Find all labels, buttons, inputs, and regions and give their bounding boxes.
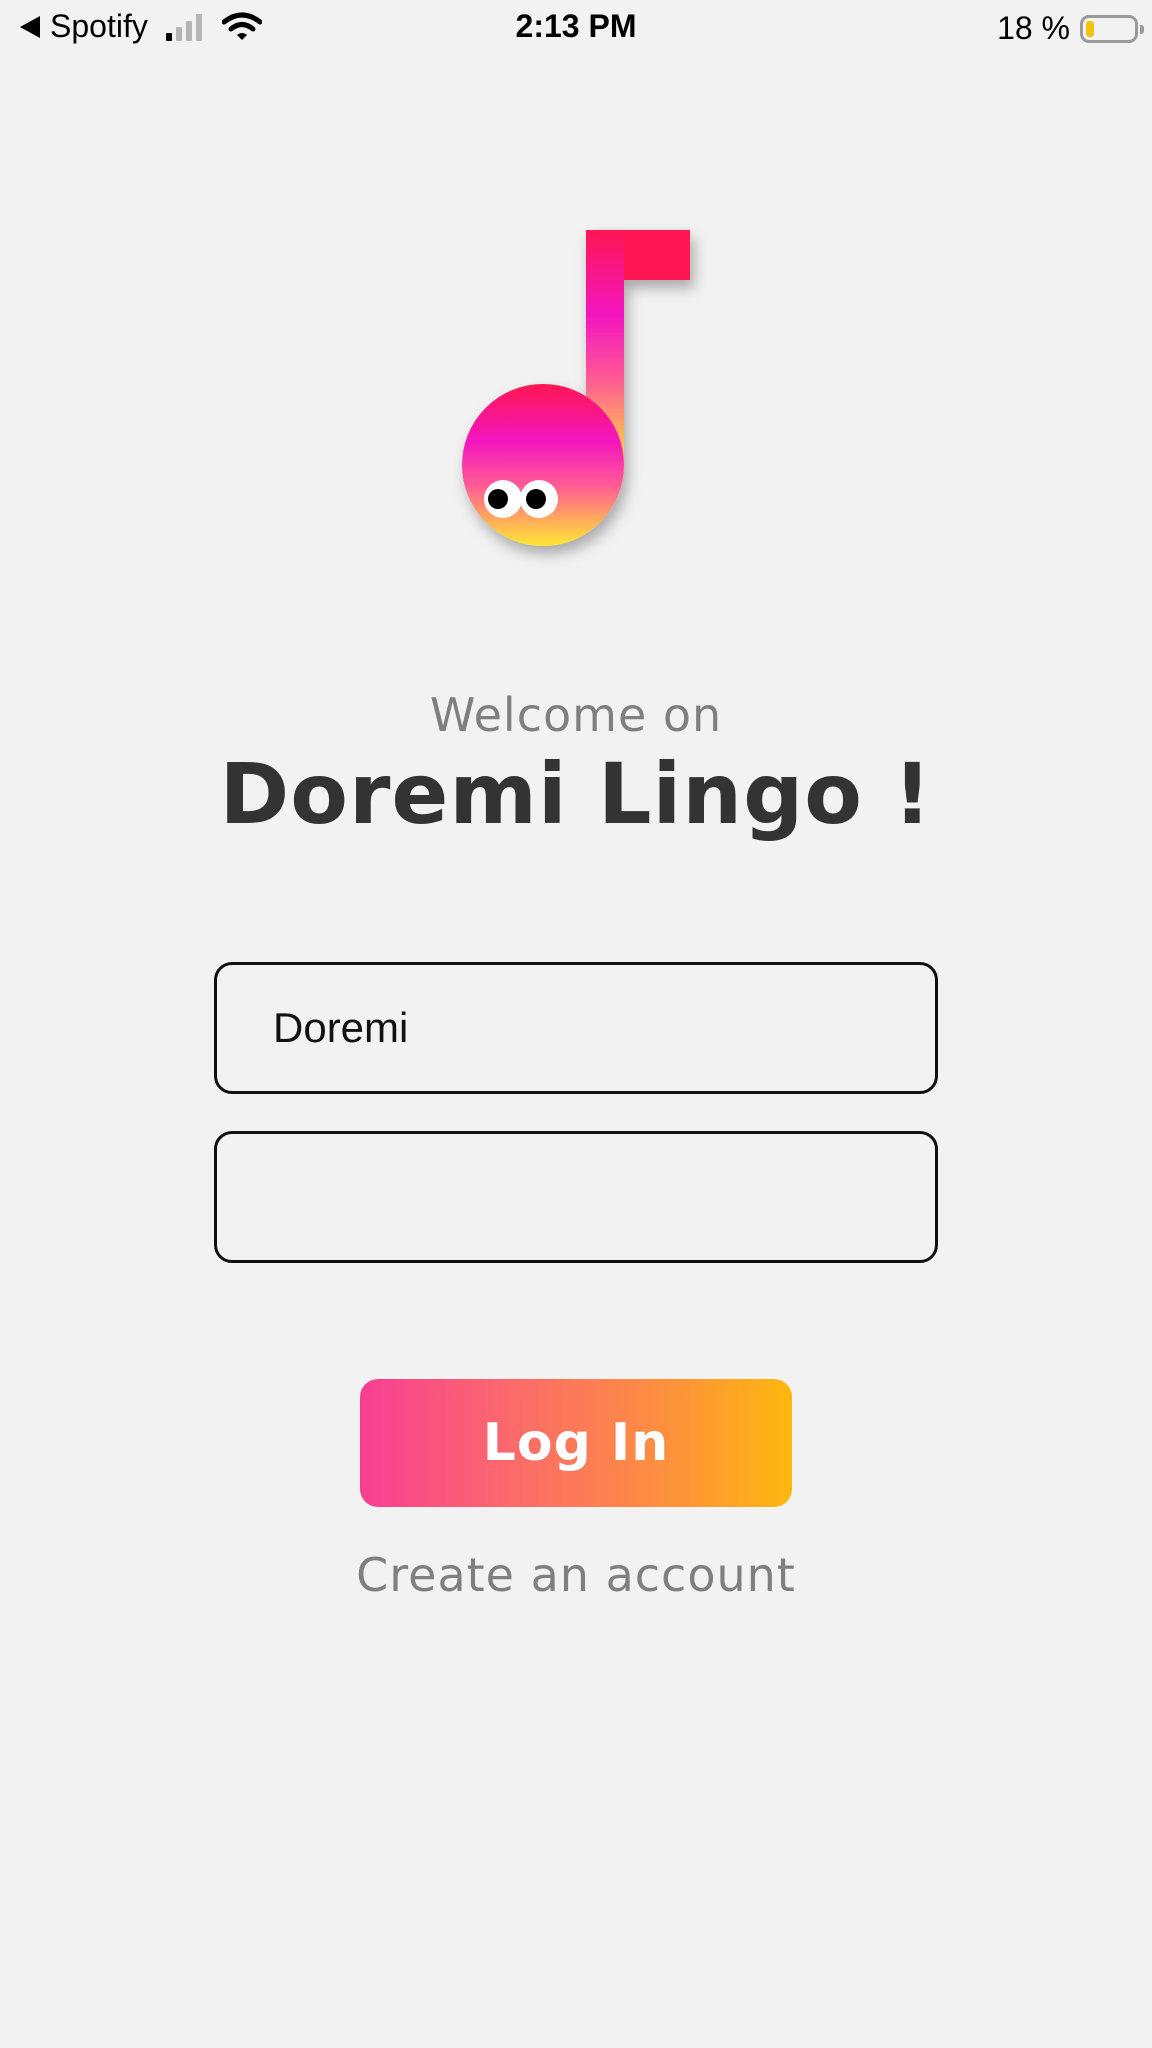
battery-fill — [1086, 20, 1094, 37]
battery-percent: 18 % — [997, 10, 1070, 46]
welcome-subtitle: Welcome on — [429, 688, 723, 742]
app-title: Doremi Lingo ! — [219, 745, 933, 843]
username-input[interactable] — [214, 962, 938, 1094]
create-account-link[interactable]: Create an account — [0, 1548, 1152, 1602]
battery-status: 18 % — [997, 10, 1144, 47]
status-time: 2:13 PM — [515, 8, 637, 44]
password-input[interactable] — [214, 1131, 938, 1263]
battery-icon — [1080, 14, 1144, 43]
status-bar: Spotify 2:13 PM 18 % — [0, 0, 1152, 60]
login-button[interactable]: Log In — [360, 1379, 792, 1507]
music-note-mascot-icon — [462, 230, 690, 546]
